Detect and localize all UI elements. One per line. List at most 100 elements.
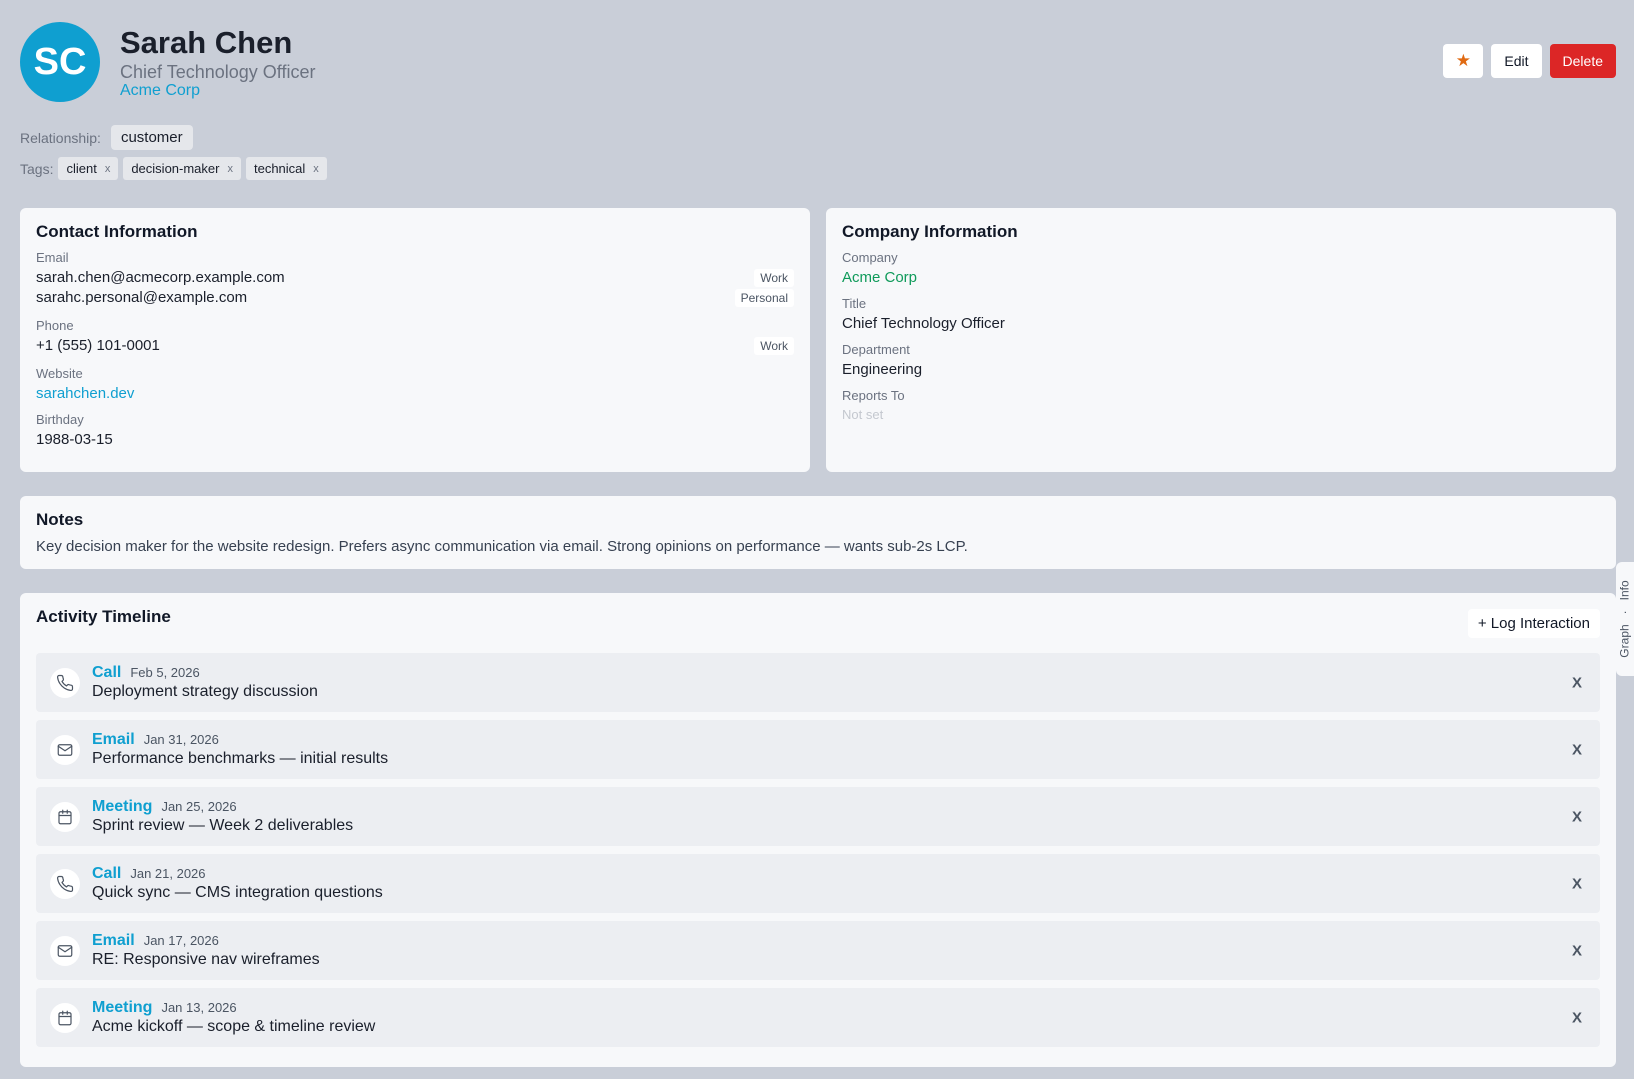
- company-label: Company: [842, 250, 898, 265]
- tag-chip: client x: [58, 157, 119, 180]
- favorite-button[interactable]: ★: [1443, 44, 1484, 78]
- contact-company-link[interactable]: Acme Corp: [120, 82, 315, 100]
- company-link[interactable]: Acme Corp: [842, 268, 1600, 288]
- remove-tag-icon[interactable]: x: [313, 163, 319, 175]
- activity-item[interactable]: Call Feb 5, 2026 Deployment strategy dis…: [36, 653, 1600, 712]
- activity-type: Email: [92, 932, 135, 949]
- contact-name: Sarah Chen: [120, 25, 293, 60]
- side-tab-separator: ·: [1618, 610, 1632, 615]
- activity-item[interactable]: Meeting Jan 25, 2026 Sprint review — Wee…: [36, 787, 1600, 846]
- company-information-card: Company Information Company Acme Corp Ti…: [826, 208, 1616, 472]
- graph-info-side-tab[interactable]: Graph · Info: [1616, 562, 1634, 676]
- activity-body: Email Jan 17, 2026 RE: Responsive nav wi…: [92, 932, 320, 969]
- company-information-heading: Company Information: [842, 222, 1018, 241]
- title-label: Title: [842, 296, 867, 311]
- activity-item[interactable]: Call Jan 21, 2026 Quick sync — CMS integ…: [36, 854, 1600, 913]
- phone-value[interactable]: +1 (555) 101-0001: [36, 336, 160, 356]
- activity-date: Jan 31, 2026: [143, 732, 219, 747]
- activity-item[interactable]: Email Jan 31, 2026 Performance benchmark…: [36, 720, 1600, 779]
- relationship-badge[interactable]: customer: [110, 125, 193, 150]
- remove-activity-button[interactable]: X: [1572, 808, 1582, 825]
- activity-type: Meeting: [92, 999, 153, 1016]
- department-value: Engineering: [842, 361, 923, 378]
- activity-item[interactable]: Meeting Jan 13, 2026 Acme kickoff — scop…: [36, 988, 1600, 1047]
- title-value: Chief Technology Officer: [842, 315, 1005, 332]
- email-kind-badge: Personal: [734, 289, 794, 307]
- side-tab-info[interactable]: Info: [1618, 580, 1632, 600]
- notes-text: Key decision maker for the website redes…: [36, 538, 968, 555]
- header-actions: ★ Edit Delete: [1443, 44, 1616, 78]
- activity-description: Performance benchmarks — initial results: [92, 750, 389, 767]
- activity-date: Jan 13, 2026: [161, 1000, 237, 1015]
- phone-icon: [50, 868, 80, 899]
- calendar-icon: [50, 801, 80, 832]
- activity-description: Acme kickoff — scope & timeline review: [92, 1018, 376, 1035]
- remove-activity-button[interactable]: X: [1572, 741, 1582, 758]
- activity-timeline-heading: Activity Timeline: [36, 607, 171, 626]
- side-tab-labels: Graph · Info: [1618, 580, 1632, 657]
- email-value[interactable]: sarahc.personal@example.com: [36, 288, 247, 308]
- activity-date: Jan 17, 2026: [143, 933, 219, 948]
- tags-row: Tags: client x decision-maker x technica…: [20, 157, 327, 180]
- activity-type: Call: [92, 664, 122, 681]
- activity-header: Call Feb 5, 2026: [92, 664, 318, 682]
- department-label: Department: [842, 342, 910, 357]
- birthday-label: Birthday: [36, 412, 84, 427]
- reports-to-value: Not set: [842, 407, 884, 422]
- calendar-icon: [50, 1002, 80, 1033]
- activity-header: Email Jan 17, 2026: [92, 932, 320, 950]
- email-kind-badge: Work: [754, 269, 794, 287]
- activity-body: Meeting Jan 13, 2026 Acme kickoff — scop…: [92, 999, 375, 1036]
- activity-header: Email Jan 31, 2026: [92, 731, 388, 749]
- edit-button[interactable]: Edit: [1491, 44, 1542, 78]
- activity-body: Meeting Jan 25, 2026 Sprint review — Wee…: [92, 798, 353, 835]
- delete-button[interactable]: Delete: [1549, 44, 1616, 78]
- activity-timeline-card: Activity Timeline + Log Interaction Call…: [20, 593, 1616, 1067]
- remove-tag-icon[interactable]: x: [227, 163, 233, 175]
- email-value[interactable]: sarah.chen@acmecorp.example.com: [36, 268, 285, 288]
- activity-header: Meeting Jan 25, 2026: [92, 798, 353, 816]
- tag-label: technical: [253, 161, 306, 176]
- phone-icon: [50, 667, 80, 698]
- activity-body: Email Jan 31, 2026 Performance benchmark…: [92, 731, 388, 768]
- email-row: sarahc.personal@example.com Personal: [36, 288, 794, 308]
- activity-item[interactable]: Email Jan 17, 2026 RE: Responsive nav wi…: [36, 921, 1600, 980]
- contact-title: Chief Technology Officer: [120, 62, 316, 82]
- contact-header: SC Sarah Chen Chief Technology Officer A…: [20, 22, 315, 102]
- remove-tag-icon[interactable]: x: [105, 163, 111, 175]
- email-row: sarah.chen@acmecorp.example.com Work: [36, 268, 794, 288]
- activity-description: Quick sync — CMS integration questions: [92, 884, 383, 901]
- activity-description: Sprint review — Week 2 deliverables: [92, 817, 354, 834]
- remove-activity-button[interactable]: X: [1572, 875, 1582, 892]
- relationship-row: Relationship: customer: [20, 125, 193, 150]
- reports-to-label: Reports To: [842, 388, 905, 403]
- activity-header: Meeting Jan 13, 2026: [92, 999, 375, 1017]
- remove-activity-button[interactable]: X: [1572, 674, 1582, 691]
- remove-activity-button[interactable]: X: [1572, 942, 1582, 959]
- activity-description: Deployment strategy discussion: [92, 683, 318, 700]
- phone-kind-badge: Work: [754, 337, 794, 355]
- phone-row: +1 (555) 101-0001 Work: [36, 336, 794, 356]
- tags-label: Tags:: [20, 160, 54, 177]
- side-tab-graph[interactable]: Graph: [1618, 624, 1632, 657]
- activity-body: Call Feb 5, 2026 Deployment strategy dis…: [92, 664, 318, 701]
- mail-icon: [50, 935, 80, 966]
- activity-body: Call Jan 21, 2026 Quick sync — CMS integ…: [92, 865, 383, 902]
- log-interaction-button[interactable]: + Log Interaction: [1467, 609, 1600, 638]
- contact-information-heading: Contact Information: [36, 222, 198, 241]
- relationship-label: Relationship:: [20, 129, 101, 146]
- notes-card: Notes Key decision maker for the website…: [20, 496, 1616, 569]
- activity-description: RE: Responsive nav wireframes: [92, 951, 320, 968]
- tag-chip: technical x: [245, 157, 327, 180]
- mail-icon: [50, 734, 80, 765]
- contact-information-card: Contact Information Email sarah.chen@acm…: [20, 208, 810, 472]
- website-link[interactable]: sarahchen.dev: [36, 384, 794, 404]
- remove-activity-button[interactable]: X: [1572, 1009, 1582, 1026]
- notes-heading: Notes: [36, 510, 84, 529]
- activity-date: Jan 21, 2026: [130, 866, 206, 881]
- tag-label: client: [66, 161, 97, 176]
- activity-type: Meeting: [92, 798, 153, 815]
- contact-identity: Sarah Chen Chief Technology Officer Acme…: [120, 26, 315, 100]
- phone-label: Phone: [36, 318, 74, 333]
- activity-header: Call Jan 21, 2026: [92, 865, 383, 883]
